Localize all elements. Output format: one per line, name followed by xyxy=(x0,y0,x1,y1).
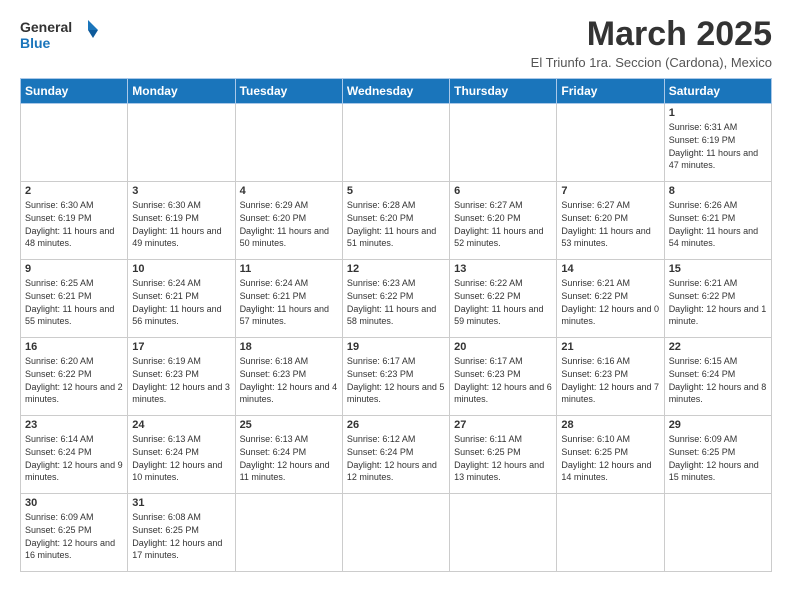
day-7: 7 Sunrise: 6:27 AMSunset: 6:20 PMDayligh… xyxy=(557,182,664,260)
day-3: 3 Sunrise: 6:30 AMSunset: 6:19 PMDayligh… xyxy=(128,182,235,260)
col-saturday: Saturday xyxy=(664,79,771,104)
day-8: 8 Sunrise: 6:26 AMSunset: 6:21 PMDayligh… xyxy=(664,182,771,260)
empty-cell xyxy=(557,494,664,572)
day-4: 4 Sunrise: 6:29 AMSunset: 6:20 PMDayligh… xyxy=(235,182,342,260)
title-block: March 2025 El Triunfo 1ra. Seccion (Card… xyxy=(531,16,772,70)
table-row: 30 Sunrise: 6:09 AMSunset: 6:25 PMDaylig… xyxy=(21,494,772,572)
table-row: 1 Sunrise: 6:31 AM Sunset: 6:19 PM Dayli… xyxy=(21,104,772,182)
day-20: 20 Sunrise: 6:17 AMSunset: 6:23 PMDaylig… xyxy=(450,338,557,416)
day-17: 17 Sunrise: 6:19 AMSunset: 6:23 PMDaylig… xyxy=(128,338,235,416)
day-30: 30 Sunrise: 6:09 AMSunset: 6:25 PMDaylig… xyxy=(21,494,128,572)
day-24: 24 Sunrise: 6:13 AMSunset: 6:24 PMDaylig… xyxy=(128,416,235,494)
col-tuesday: Tuesday xyxy=(235,79,342,104)
col-wednesday: Wednesday xyxy=(342,79,449,104)
col-friday: Friday xyxy=(557,79,664,104)
day-12: 12 Sunrise: 6:23 AMSunset: 6:22 PMDaylig… xyxy=(342,260,449,338)
col-thursday: Thursday xyxy=(450,79,557,104)
month-title: March 2025 xyxy=(531,16,772,53)
table-row: 23 Sunrise: 6:14 AMSunset: 6:24 PMDaylig… xyxy=(21,416,772,494)
table-row: 2 Sunrise: 6:30 AMSunset: 6:19 PMDayligh… xyxy=(21,182,772,260)
empty-cell xyxy=(235,104,342,182)
empty-cell xyxy=(557,104,664,182)
day-26: 26 Sunrise: 6:12 AMSunset: 6:24 PMDaylig… xyxy=(342,416,449,494)
empty-cell xyxy=(342,494,449,572)
sunrise-1: Sunrise: 6:31 AM xyxy=(669,122,738,132)
page: General Blue March 2025 El Triunfo 1ra. … xyxy=(0,0,792,612)
day-2: 2 Sunrise: 6:30 AMSunset: 6:19 PMDayligh… xyxy=(21,182,128,260)
day-21: 21 Sunrise: 6:16 AMSunset: 6:23 PMDaylig… xyxy=(557,338,664,416)
empty-cell xyxy=(235,494,342,572)
day-23: 23 Sunrise: 6:14 AMSunset: 6:24 PMDaylig… xyxy=(21,416,128,494)
svg-text:Blue: Blue xyxy=(20,35,51,51)
day-18: 18 Sunrise: 6:18 AMSunset: 6:23 PMDaylig… xyxy=(235,338,342,416)
daylight-1: Daylight: 11 hours and 47 minutes. xyxy=(669,148,758,171)
day-15: 15 Sunrise: 6:21 AMSunset: 6:22 PMDaylig… xyxy=(664,260,771,338)
day-16: 16 Sunrise: 6:20 AMSunset: 6:22 PMDaylig… xyxy=(21,338,128,416)
empty-cell xyxy=(128,104,235,182)
day-1: 1 Sunrise: 6:31 AM Sunset: 6:19 PM Dayli… xyxy=(664,104,771,182)
logo: General Blue xyxy=(20,16,100,60)
empty-cell xyxy=(664,494,771,572)
empty-cell xyxy=(450,494,557,572)
header: General Blue March 2025 El Triunfo 1ra. … xyxy=(20,16,772,70)
table-row: 9 Sunrise: 6:25 AMSunset: 6:21 PMDayligh… xyxy=(21,260,772,338)
empty-cell xyxy=(21,104,128,182)
col-monday: Monday xyxy=(128,79,235,104)
day-28: 28 Sunrise: 6:10 AMSunset: 6:25 PMDaylig… xyxy=(557,416,664,494)
day-31: 31 Sunrise: 6:08 AMSunset: 6:25 PMDaylig… xyxy=(128,494,235,572)
day-10: 10 Sunrise: 6:24 AMSunset: 6:21 PMDaylig… xyxy=(128,260,235,338)
day-14: 14 Sunrise: 6:21 AMSunset: 6:22 PMDaylig… xyxy=(557,260,664,338)
day-11: 11 Sunrise: 6:24 AMSunset: 6:21 PMDaylig… xyxy=(235,260,342,338)
empty-cell xyxy=(342,104,449,182)
calendar: Sunday Monday Tuesday Wednesday Thursday… xyxy=(20,78,772,572)
day-25: 25 Sunrise: 6:13 AMSunset: 6:24 PMDaylig… xyxy=(235,416,342,494)
day-29: 29 Sunrise: 6:09 AMSunset: 6:25 PMDaylig… xyxy=(664,416,771,494)
table-row: 16 Sunrise: 6:20 AMSunset: 6:22 PMDaylig… xyxy=(21,338,772,416)
location-title: El Triunfo 1ra. Seccion (Cardona), Mexic… xyxy=(531,55,772,70)
day-13: 13 Sunrise: 6:22 AMSunset: 6:22 PMDaylig… xyxy=(450,260,557,338)
day-5: 5 Sunrise: 6:28 AMSunset: 6:20 PMDayligh… xyxy=(342,182,449,260)
svg-text:General: General xyxy=(20,19,72,35)
day-9: 9 Sunrise: 6:25 AMSunset: 6:21 PMDayligh… xyxy=(21,260,128,338)
day-19: 19 Sunrise: 6:17 AMSunset: 6:23 PMDaylig… xyxy=(342,338,449,416)
day-27: 27 Sunrise: 6:11 AMSunset: 6:25 PMDaylig… xyxy=(450,416,557,494)
empty-cell xyxy=(450,104,557,182)
day-22: 22 Sunrise: 6:15 AMSunset: 6:24 PMDaylig… xyxy=(664,338,771,416)
sunset-1: Sunset: 6:19 PM xyxy=(669,135,736,145)
col-sunday: Sunday xyxy=(21,79,128,104)
day-6: 6 Sunrise: 6:27 AMSunset: 6:20 PMDayligh… xyxy=(450,182,557,260)
logo-svg: General Blue xyxy=(20,16,100,60)
